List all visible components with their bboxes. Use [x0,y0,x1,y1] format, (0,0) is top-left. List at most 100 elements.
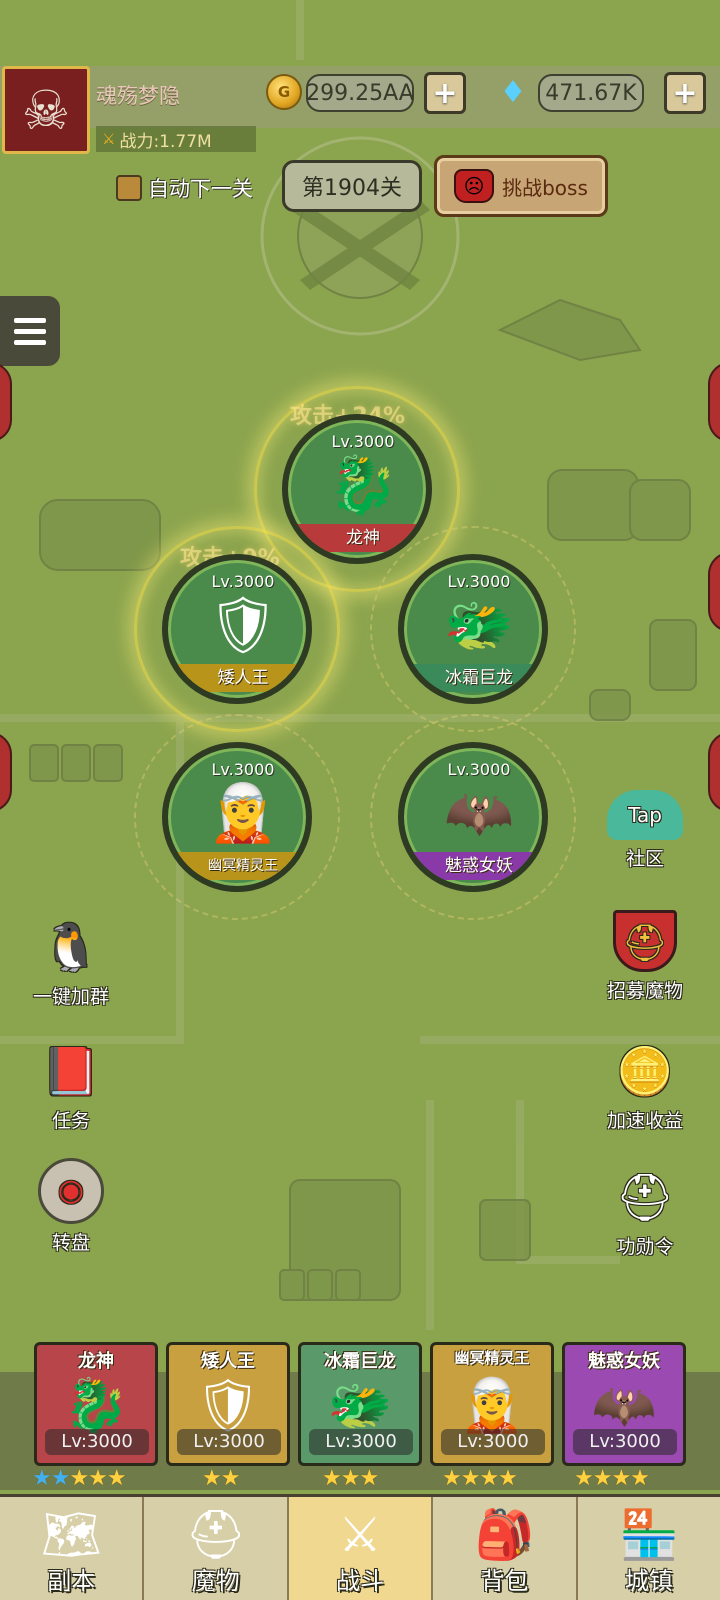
join-group-label: 一键加群 [32,986,109,1008]
hero-portrait: Lv.3000 🧝 幽冥精灵王 [162,742,312,892]
menu-icon-line [14,328,46,334]
right-edge-tab[interactable] [708,362,720,442]
helmet-icon: ⛑ [185,1507,247,1563]
team-card-level: Lv:3000 [177,1429,281,1455]
team-card-name: 冰霜巨龙 [324,1351,396,1372]
hero-name: 冰霜巨龙 [412,664,542,692]
hero-portrait: Lv.3000 🛡 矮人王 [162,554,312,704]
wheel-label: 转盘 [51,1232,90,1254]
hero-slot-frost-dragon[interactable]: Lv.3000 🐲 冰霜巨龙 [398,554,548,704]
power-display: ⚔ 战力:1.77M [96,126,256,152]
menu-icon-line [14,317,46,323]
boss-button-label: 挑战boss [502,175,588,200]
add-diamond-button[interactable]: + [664,72,706,114]
nav-battle[interactable]: ⚔ 战斗 [288,1497,434,1600]
hero-level: Lv.3000 [331,432,395,451]
nav-monsters[interactable]: ⛑ 魔物 [144,1497,289,1600]
recruit-banner-icon: ⛑ [613,910,677,972]
frost-dragon-icon: 🐲 [444,593,514,658]
merit-label: 功勋令 [616,1236,674,1258]
community-label: 社区 [625,848,664,870]
gold-amount: 299.25AA [306,74,414,112]
star-rating: ★★ [202,1466,240,1491]
recruit-monster-button[interactable]: ⛑ 招募魔物 [590,910,700,1003]
team-card-level: Lv:3000 [573,1429,677,1455]
hero-slot-dragon-god[interactable]: Lv.3000 🐉 龙神 [282,414,432,564]
dwarf-icon: 🛡 [194,1376,261,1436]
boss-face-icon: ☹ [454,169,495,203]
skull-icon: ☠ [21,78,71,142]
star-rating: ★★★★ [574,1466,650,1491]
stage-level: 第1904关 [282,160,422,212]
add-gold-button[interactable]: + [424,72,466,114]
team-card-frost-dragon[interactable]: 冰霜巨龙 🐲 Lv:3000 [298,1342,422,1466]
community-button[interactable]: Tap 社区 [590,790,700,871]
nav-label: 副本 [47,1567,96,1595]
crossed-swords-icon: ⚔ [338,1507,382,1563]
auto-next-toggle[interactable]: 自动下一关 [116,172,253,204]
hero-slot-succubus[interactable]: Lv.3000 🦇 魅惑女妖 [398,742,548,892]
auto-next-checkbox[interactable] [116,175,142,201]
book-icon: 📕 [42,1044,100,1098]
dwarf-icon: 🛡 [207,593,279,658]
tasks-button[interactable]: 📕 任务 [16,1040,126,1133]
bottom-nav: 🗺 副本 ⛑ 魔物 ⚔ 战斗 🎒 背包 🏪 城镇 [0,1494,720,1600]
wheel-button[interactable]: ◉ 转盘 [16,1158,126,1255]
hero-portrait: Lv.3000 🐉 龙神 [282,414,432,564]
coin-arrow-icon: 🪙 [616,1044,674,1098]
backpack-icon: 🎒 [474,1507,535,1563]
hero-level: Lv.3000 [447,760,511,779]
hero-slot-dwarf-king[interactable]: Lv.3000 🛡 矮人王 [162,554,312,704]
team-card-name: 幽冥精灵王 [454,1349,530,1367]
nav-bag[interactable]: 🎒 背包 [433,1497,578,1600]
hero-level: Lv.3000 [447,572,511,591]
hero-level: Lv.3000 [211,572,275,591]
penguin-icon: 🐧 [42,920,100,974]
gold-coin-icon: G [266,74,302,110]
team-card-level: Lv:3000 [441,1429,545,1455]
team-card-dragon-god[interactable]: 龙神 🐉 Lv:3000 [34,1342,158,1466]
tasks-label: 任务 [51,1110,90,1132]
auto-next-label: 自动下一关 [148,177,253,201]
challenge-boss-button[interactable]: ☹ 挑战boss [434,155,608,217]
dragon-icon: 🐉 [328,453,398,518]
elf-icon: 🧝 [459,1376,525,1436]
team-card-name: 魅惑女妖 [588,1351,660,1372]
player-avatar[interactable]: ☠ [2,66,90,154]
elf-icon: 🧝 [208,781,278,846]
team-card-name: 矮人王 [201,1351,255,1372]
player-name: 魂殇梦隐 [96,84,180,108]
menu-button[interactable] [0,296,60,366]
right-edge-tab[interactable] [708,732,720,812]
star-rating: ★★★★★ [32,1466,127,1491]
tap-community-icon: Tap [607,790,683,840]
hero-level: Lv.3000 [211,760,275,779]
nav-dungeon[interactable]: 🗺 副本 [0,1497,145,1600]
merit-pass-button[interactable]: ⛑ 功勋令 [590,1166,700,1259]
frost-dragon-icon: 🐲 [327,1376,393,1436]
nav-label: 背包 [480,1567,529,1595]
team-card-level: Lv:3000 [309,1429,413,1455]
hero-portrait: Lv.3000 🐲 冰霜巨龙 [398,554,548,704]
speed-income-button[interactable]: 🪙 加速收益 [590,1040,700,1133]
map-icon: 🗺 [40,1507,102,1563]
helmet-icon: ⛑ [615,1170,675,1224]
right-edge-tab[interactable] [708,552,720,632]
team-card-dwarf-king[interactable]: 矮人王 🛡 Lv:3000 [166,1342,290,1466]
hero-name: 龙神 [296,524,426,552]
nav-label: 魔物 [191,1567,240,1595]
team-card-nether-elf-king[interactable]: 幽冥精灵王 🧝 Lv:3000 [430,1342,554,1466]
dragon-icon: 🐉 [63,1376,129,1436]
menu-icon-line [14,339,46,345]
shop-icon: 🏪 [618,1507,679,1563]
power-value: 战力:1.77M [119,131,212,152]
diamond-amount: 471.67K [538,74,644,112]
join-group-button[interactable]: 🐧 一键加群 [16,916,126,1009]
hero-name: 幽冥精灵王 [176,852,306,880]
hero-slot-nether-elf-king[interactable]: Lv.3000 🧝 幽冥精灵王 [162,742,312,892]
hero-name: 矮人王 [176,664,306,692]
star-rating: ★★★ [322,1466,379,1491]
team-card-level: Lv:3000 [45,1429,149,1455]
team-card-succubus[interactable]: 魅惑女妖 🦇 Lv:3000 [562,1342,686,1466]
nav-town[interactable]: 🏪 城镇 [578,1497,720,1600]
